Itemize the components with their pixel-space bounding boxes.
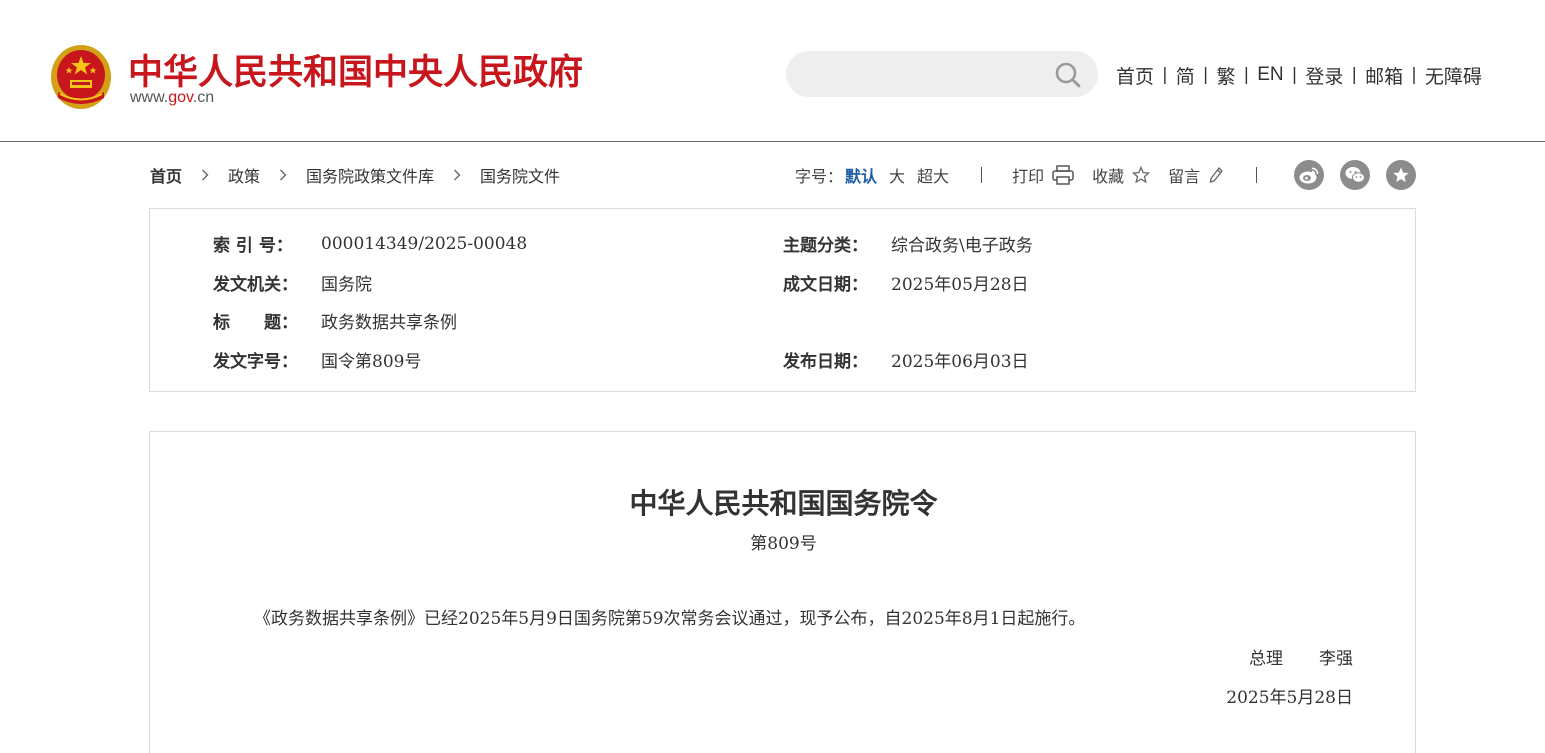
- print-label: 打印: [1012, 167, 1045, 186]
- favorite-button[interactable]: 收藏: [1092, 163, 1151, 187]
- font-size-label: 字号：: [795, 167, 844, 186]
- signer-title: 总理: [1249, 649, 1283, 669]
- breadcrumb-state-council-docs[interactable]: 国务院文件: [480, 163, 560, 187]
- meta-label: 标 题：: [213, 313, 298, 333]
- breadcrumb: 首页 政策 国务院政策文件库 国务院文件: [150, 162, 560, 188]
- meta-publish-date: 发布日期： 2025年06月03日: [783, 347, 1029, 372]
- document-title: 中华人民共和国国务院令: [629, 487, 938, 520]
- nav-login[interactable]: 登录: [1305, 62, 1343, 89]
- font-size-xlarge[interactable]: 超大: [917, 163, 949, 187]
- chevron-right-icon: [280, 169, 287, 181]
- nav-divider: |: [1291, 65, 1298, 85]
- meta-label: 主题分类：: [783, 236, 868, 256]
- document-metadata: 索 引 号： 000014349/2025-00048 主题分类： 综合政务\电…: [149, 208, 1416, 392]
- nav-english[interactable]: EN: [1257, 64, 1283, 86]
- meta-value: 国务院: [321, 275, 372, 295]
- breadcrumb-policy-library[interactable]: 国务院政策文件库: [306, 163, 434, 187]
- star-outline-icon: [1132, 166, 1151, 184]
- nav-divider: |: [1162, 65, 1168, 85]
- printer-icon: [1052, 165, 1074, 185]
- tools-divider: [1256, 167, 1258, 183]
- meta-label: 发布日期：: [783, 352, 868, 372]
- chevron-right-icon: [454, 169, 461, 181]
- site-domain-prefix: www.: [130, 89, 169, 106]
- meta-value: 综合政务\电子政务: [891, 236, 1033, 256]
- favorite-label: 收藏: [1092, 167, 1125, 186]
- signer-name: 李强: [1319, 649, 1353, 669]
- document-signature: 总理 李强: [1249, 644, 1353, 669]
- site-title[interactable]: 中华人民共和国中央人民政府: [128, 44, 583, 95]
- breadcrumb-policy[interactable]: 政策: [228, 163, 260, 187]
- meta-value: 政务数据共享条例: [321, 313, 457, 333]
- nav-divider: |: [1351, 65, 1358, 85]
- document-body: 《政务数据共享条例》已经2025年5月9日国务院第59次常务会议通过，现予公布，…: [254, 609, 1086, 629]
- tools-divider: [981, 167, 983, 183]
- search-icon[interactable]: [1054, 61, 1082, 89]
- meta-value: 2025年06月03日: [891, 352, 1029, 372]
- nav-accessibility[interactable]: 无障碍: [1425, 62, 1482, 89]
- meta-label: 发文字号：: [213, 352, 298, 372]
- meta-index-no: 索 引 号： 000014349/2025-00048: [213, 231, 528, 257]
- meta-written-date: 成文日期： 2025年05月28日: [783, 270, 1029, 295]
- meta-value: 000014349/2025-00048: [321, 233, 528, 254]
- chevron-right-icon: [202, 169, 209, 181]
- pencil-icon: [1209, 167, 1223, 183]
- meta-title: 标 题： 政务数据共享条例: [213, 308, 457, 333]
- article-tools: 字号： 默认 大 超大 打印 收藏 留言: [795, 160, 1258, 190]
- document-content: 中华人民共和国国务院令 第809号 《政务数据共享条例》已经2025年5月9日国…: [149, 431, 1416, 753]
- font-size-default[interactable]: 默认: [845, 163, 877, 187]
- meta-value: 2025年05月28日: [891, 275, 1029, 295]
- document-date: 2025年5月28日: [1226, 688, 1353, 708]
- search-input[interactable]: [806, 59, 1056, 89]
- message-button[interactable]: 留言: [1168, 163, 1224, 187]
- nav-divider: |: [1202, 65, 1209, 85]
- nav-simplified[interactable]: 简: [1176, 62, 1195, 89]
- breadcrumb-home[interactable]: 首页: [150, 163, 182, 187]
- print-button[interactable]: 打印: [1012, 163, 1074, 187]
- top-nav: 首页 | 简 | 繁 | EN | 登录 | 邮箱 | 无障碍: [1116, 62, 1482, 88]
- favorite-star-icon[interactable]: [1386, 160, 1416, 190]
- nav-home[interactable]: 首页: [1116, 62, 1154, 89]
- meta-label: 成文日期：: [783, 275, 868, 295]
- nav-divider: |: [1411, 65, 1417, 85]
- nav-mailbox[interactable]: 邮箱: [1365, 62, 1403, 89]
- wechat-icon[interactable]: [1340, 160, 1370, 190]
- site-domain[interactable]: www.gov.cn: [130, 89, 214, 107]
- nav-traditional[interactable]: 繁: [1217, 62, 1236, 89]
- document-number: 第809号: [750, 534, 817, 554]
- site-header: 中华人民共和国中央人民政府 www.gov.cn 首页 | 简 | 繁 | EN…: [0, 0, 1545, 142]
- weibo-icon[interactable]: [1294, 160, 1324, 190]
- meta-value: 国令第809号: [321, 352, 422, 372]
- font-size-large[interactable]: 大: [889, 163, 905, 187]
- site-domain-suffix: .cn: [192, 89, 215, 106]
- national-emblem-icon[interactable]: [50, 44, 112, 110]
- meta-label: 发文机关：: [213, 275, 298, 295]
- search-box: [786, 51, 1098, 97]
- meta-issuer: 发文机关： 国务院: [213, 270, 372, 295]
- meta-category: 主题分类： 综合政务\电子政务: [783, 231, 1033, 256]
- meta-label: 索 引 号：: [213, 236, 293, 256]
- site-domain-gov: gov: [168, 89, 193, 106]
- meta-doc-no: 发文字号： 国令第809号: [213, 347, 421, 372]
- message-label: 留言: [1168, 167, 1201, 186]
- nav-divider: |: [1243, 65, 1250, 85]
